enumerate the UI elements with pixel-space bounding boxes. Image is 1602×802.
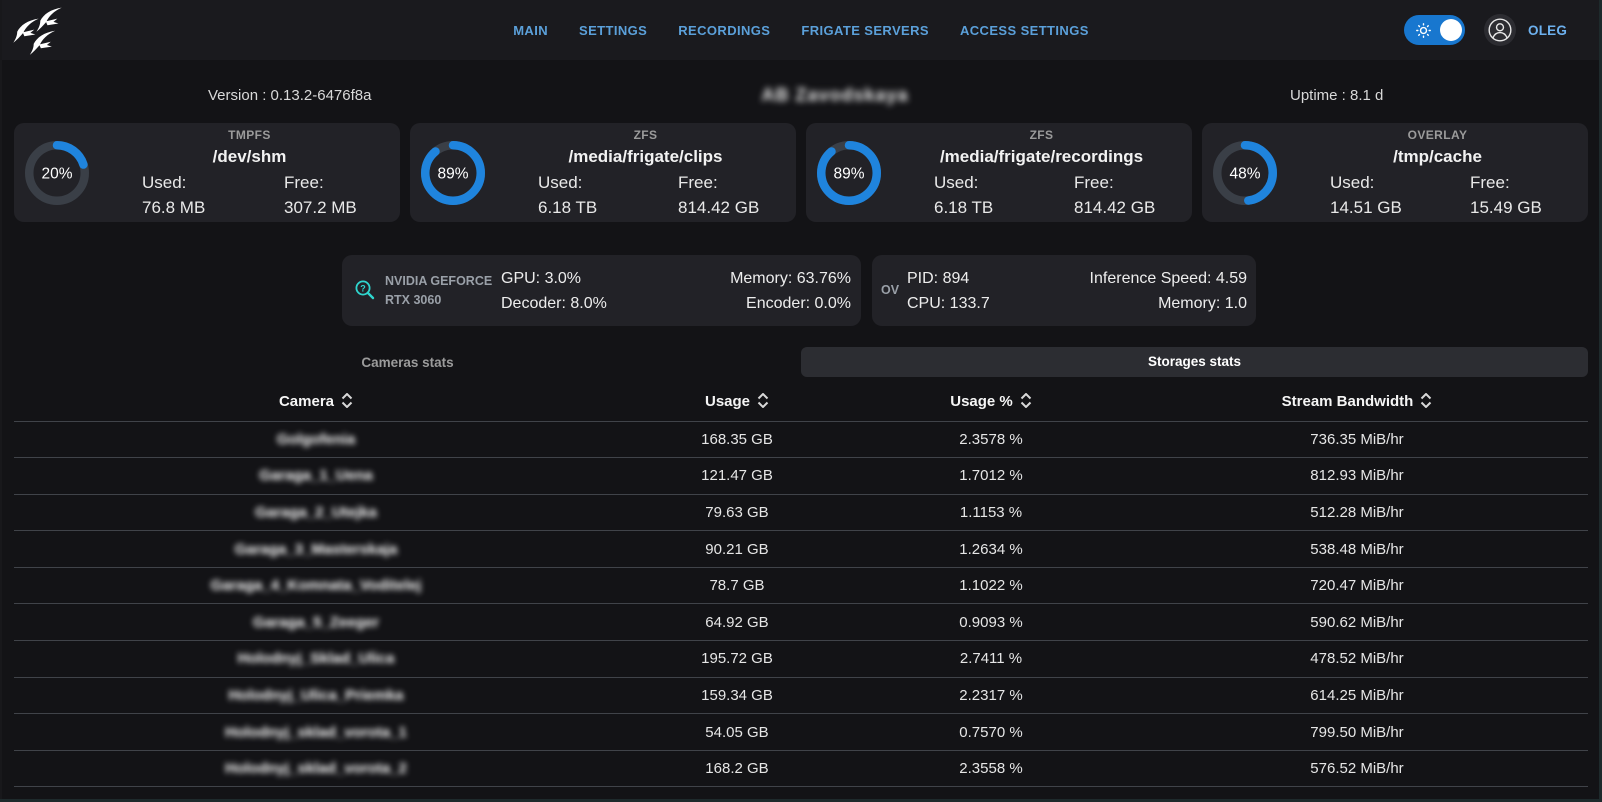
svg-text:20%: 20% — [41, 166, 72, 183]
svg-text:89%: 89% — [437, 166, 468, 183]
svg-text:89%: 89% — [833, 166, 864, 183]
svg-text:48%: 48% — [1229, 166, 1260, 183]
svg-text:?: ? — [360, 284, 366, 294]
